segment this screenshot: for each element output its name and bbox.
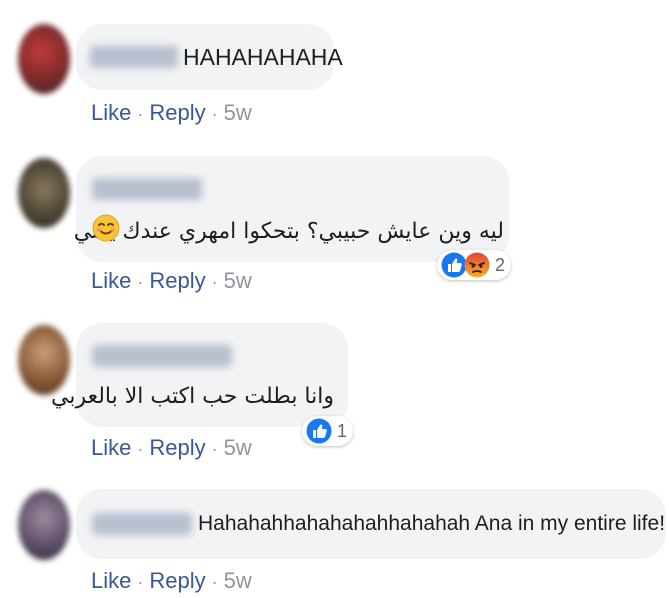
timestamp[interactable]: 5w [224,268,252,293]
reactions-summary[interactable]: 1 [302,416,354,446]
commenter-name[interactable] [92,345,232,367]
angry-icon [464,252,490,278]
reply-link[interactable]: Reply [149,568,205,593]
separator: · [211,572,218,592]
comment-actions: Like · Reply · 5w [91,435,252,461]
reaction-count: 1 [337,420,348,441]
separator: · [137,572,144,592]
like-link[interactable]: Like [91,568,131,593]
comment-bubble: HAHAHAHAHA [76,24,343,90]
comment-text: HAHAHAHAHA [183,44,343,70]
like-link[interactable]: Like [91,435,131,460]
commenter-name[interactable] [92,178,202,200]
reply-link[interactable]: Reply [149,100,205,125]
avatar[interactable] [18,24,70,94]
commenter-name[interactable] [92,513,192,535]
like-icon [306,418,332,444]
comment-actions: Like · Reply · 5w [91,568,252,594]
separator: · [211,272,218,292]
timestamp[interactable]: 5w [224,100,252,125]
comment-text: وانا بطلت حب اكتب الا بالعربي [50,384,334,409]
timestamp[interactable]: 5w [224,568,252,593]
comment-text: ليه وين عايش حبيبي؟ بتحكوا امهري عندك يع… [73,219,504,244]
comment-bubble: وانا بطلت حب اكتب الا بالعربي [50,323,348,427]
reaction-count: 2 [495,254,506,275]
commenter-name[interactable] [90,46,178,68]
separator: · [137,272,144,292]
separator: · [137,439,144,459]
separator: · [137,104,144,124]
avatar[interactable] [18,490,70,560]
comment-actions: Like · Reply · 5w [91,100,252,126]
timestamp[interactable]: 5w [224,435,252,460]
smiling-face-icon [92,214,120,242]
separator: · [211,439,218,459]
comment-actions: Like · Reply · 5w [91,268,252,294]
reply-link[interactable]: Reply [149,435,205,460]
comment-bubble: ليه وين عايش حبيبي؟ بتحكوا امهري عندك يع… [73,156,509,262]
comment-bubble: Hahahahhahahahahhahahah Ana in my entire… [76,489,666,559]
reactions-summary[interactable]: 2 [437,250,512,280]
separator: · [211,104,218,124]
avatar[interactable] [18,158,70,228]
comment-text: Hahahahhahahahahhahahah Ana in my entire… [198,512,666,535]
like-link[interactable]: Like [91,268,131,293]
reply-link[interactable]: Reply [149,268,205,293]
like-link[interactable]: Like [91,100,131,125]
